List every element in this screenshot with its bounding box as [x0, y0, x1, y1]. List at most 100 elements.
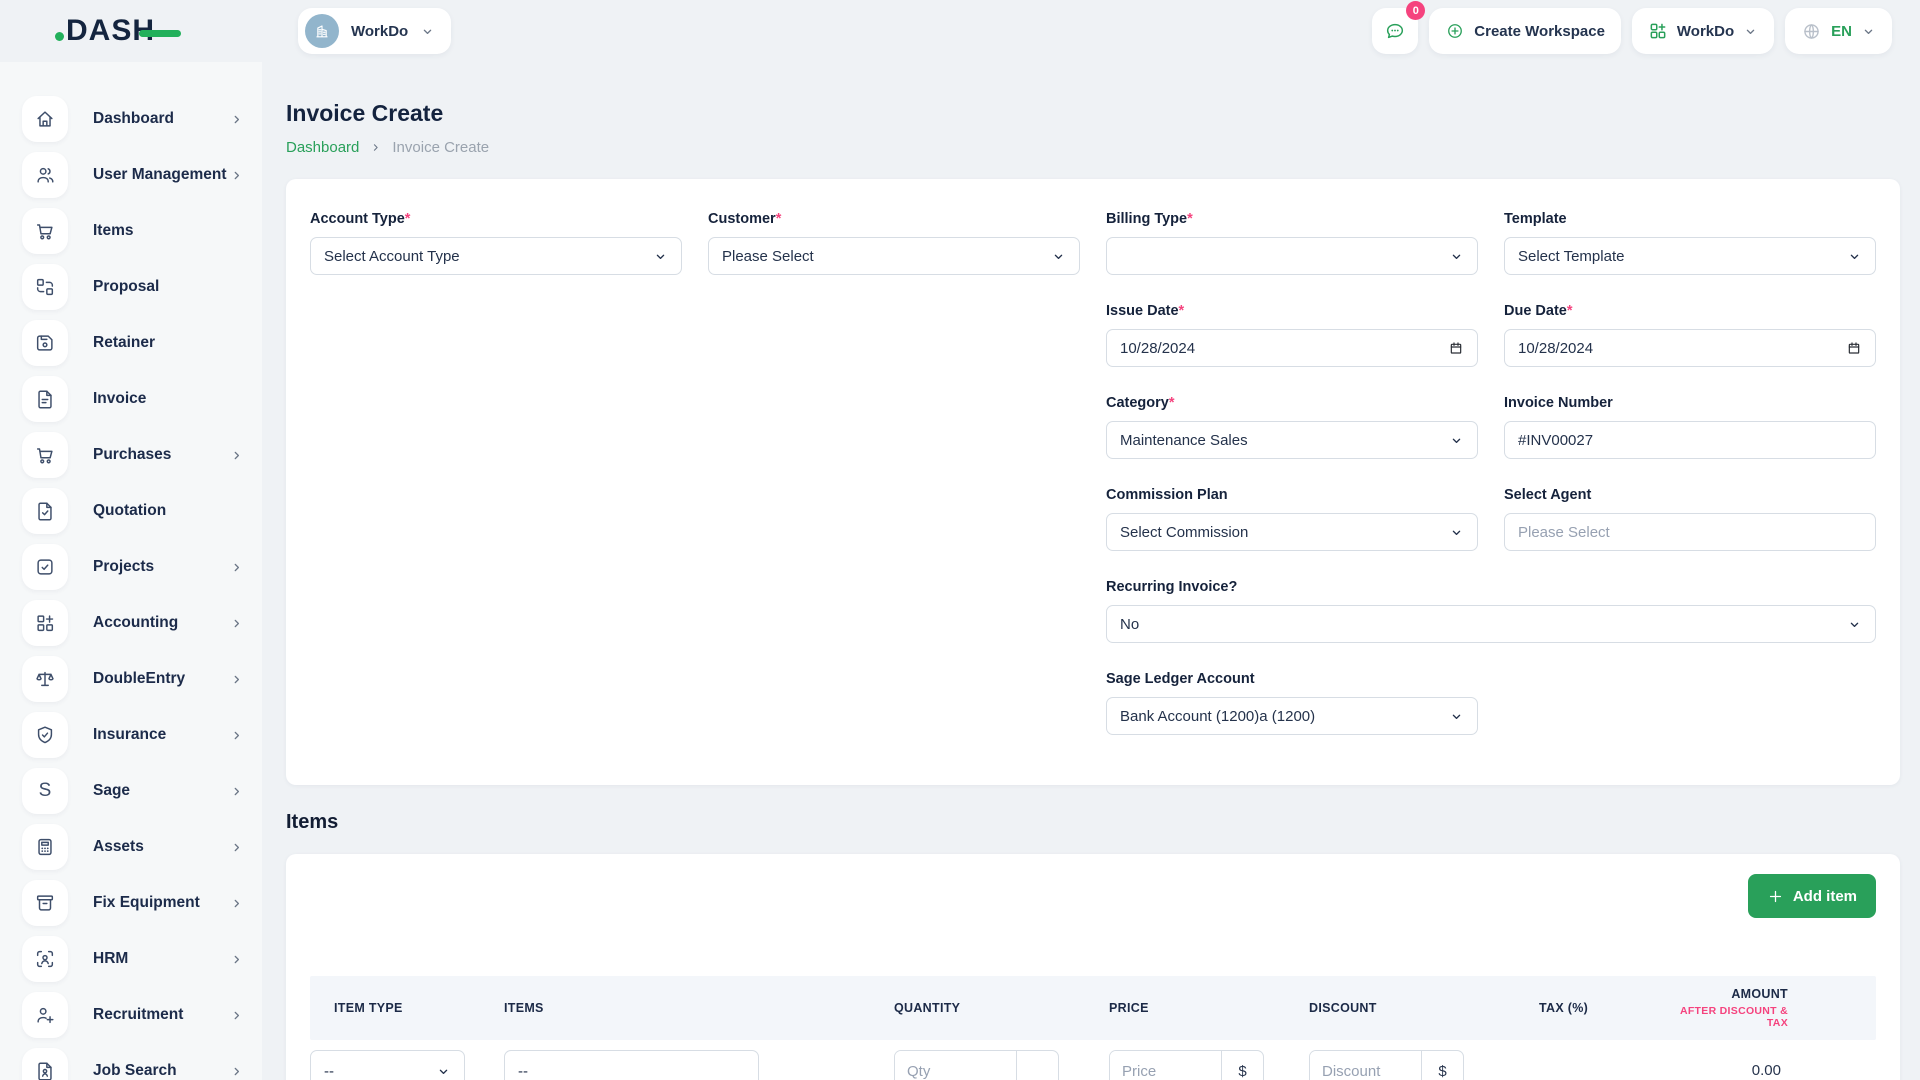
sidebar-item-quotation[interactable]: Quotation: [22, 488, 244, 534]
sidebar-item-user-management[interactable]: User Management: [22, 152, 244, 198]
plus-icon: [1767, 888, 1784, 905]
sidebar-item-job-search[interactable]: Job Search: [22, 1048, 244, 1080]
sidebar-item-label: Accounting: [93, 614, 229, 632]
billing-type-select[interactable]: [1106, 237, 1478, 275]
chevron-right-icon: [229, 784, 244, 799]
customer-label: Customer*: [708, 211, 1080, 227]
amount-subheader-label: AFTER DISCOUNT & TAX: [1665, 1005, 1788, 1029]
sidebar-item-items[interactable]: Items: [22, 208, 244, 254]
template-select[interactable]: Select Template: [1504, 237, 1876, 275]
sidebar-item-sage[interactable]: S Sage: [22, 768, 244, 814]
chevron-right-icon: [229, 672, 244, 687]
recurring-invoice-select[interactable]: No: [1106, 605, 1876, 643]
create-workspace-button[interactable]: Create Workspace: [1429, 8, 1621, 54]
checkbox-icon: [22, 544, 68, 590]
sidebar-item-retainer[interactable]: Retainer: [22, 320, 244, 366]
globe-icon: [1801, 21, 1822, 42]
sidebar-item-dashboard[interactable]: Dashboard: [22, 96, 244, 142]
account-type-field: Account Type* Select Account Type: [310, 211, 682, 277]
sidebar-item-label: DoubleEntry: [93, 670, 229, 688]
discount-currency-suffix: $: [1421, 1051, 1463, 1080]
discount-input[interactable]: [1310, 1051, 1421, 1080]
account-type-select[interactable]: Select Account Type: [310, 237, 682, 275]
price-currency-suffix: $: [1221, 1051, 1263, 1080]
sidebar-item-assets[interactable]: Assets: [22, 824, 244, 870]
quantity-stepper[interactable]: [1016, 1051, 1058, 1080]
due-date-field: Due Date* 10/28/2024: [1504, 303, 1876, 369]
sidebar-item-label: HRM: [93, 950, 229, 968]
sidebar: Dashboard User Management Items Proposal…: [0, 62, 262, 1080]
breadcrumb-separator-icon: [369, 141, 382, 154]
commission-plan-select[interactable]: Select Commission: [1106, 513, 1478, 551]
sidebar-item-label: Fix Equipment: [93, 894, 229, 912]
building-icon: [312, 21, 332, 41]
sidebar-item-label: Sage: [93, 782, 229, 800]
chevron-down-icon: [653, 249, 668, 264]
app-menu-button[interactable]: WorkDo: [1632, 8, 1774, 54]
invoice-number-input[interactable]: [1504, 421, 1876, 459]
chevron-down-icon: [1847, 249, 1862, 264]
app-logo[interactable]: DASH: [55, 14, 220, 48]
language-selector[interactable]: EN: [1785, 8, 1892, 54]
category-field: Category* Maintenance Sales: [1106, 395, 1478, 461]
messages-button[interactable]: 0: [1372, 8, 1418, 54]
sidebar-item-fix-equipment[interactable]: Fix Equipment: [22, 880, 244, 926]
chevron-right-icon: [229, 616, 244, 631]
recurring-invoice-field: Recurring Invoice? No: [1106, 579, 1876, 645]
category-select[interactable]: Maintenance Sales: [1106, 421, 1478, 459]
chevron-down-icon: [1051, 249, 1066, 264]
page-title: Invoice Create: [286, 100, 1900, 127]
customer-select[interactable]: Please Select: [708, 237, 1080, 275]
shield-check-icon: [22, 712, 68, 758]
sidebar-item-label: Job Search: [93, 1062, 229, 1080]
issue-date-input[interactable]: 10/28/2024: [1106, 329, 1478, 367]
item-type-select[interactable]: --: [310, 1050, 465, 1080]
grid-plus-icon: [22, 600, 68, 646]
sidebar-item-proposal[interactable]: Proposal: [22, 264, 244, 310]
file-check-icon: [22, 488, 68, 534]
sidebar-item-accounting[interactable]: Accounting: [22, 600, 244, 646]
invoice-form-card: Account Type* Select Account Type Custom…: [286, 179, 1900, 785]
breadcrumb-dashboard-link[interactable]: Dashboard: [286, 139, 359, 156]
quantity-input[interactable]: [895, 1051, 1016, 1080]
transform-icon: [22, 264, 68, 310]
sidebar-item-doubleentry[interactable]: DoubleEntry: [22, 656, 244, 702]
cart-icon: [22, 208, 68, 254]
chevron-down-icon: [1449, 433, 1464, 448]
sidebar-item-projects[interactable]: Projects: [22, 544, 244, 590]
archive-icon: [22, 880, 68, 926]
logo-dash-bar: [139, 30, 181, 37]
chevron-right-icon: [229, 448, 244, 463]
floppy-icon: [22, 320, 68, 366]
sage-ledger-account-select[interactable]: Bank Account (1200)a (1200): [1106, 697, 1478, 735]
col-discount: DISCOUNT: [1285, 1001, 1515, 1015]
sidebar-item-purchases[interactable]: Purchases: [22, 432, 244, 478]
select-agent-label: Select Agent: [1504, 487, 1876, 503]
calendar-icon: [1448, 340, 1464, 356]
issue-date-label: Issue Date*: [1106, 303, 1478, 319]
chat-icon: [1384, 20, 1406, 42]
chevron-right-icon: [229, 952, 244, 967]
billing-type-field: Billing Type*: [1106, 211, 1478, 277]
sidebar-item-hrm[interactable]: HRM: [22, 936, 244, 982]
price-input[interactable]: [1110, 1051, 1221, 1080]
add-item-button[interactable]: Add item: [1748, 874, 1876, 918]
select-agent-input[interactable]: [1504, 513, 1876, 551]
invoice-number-label: Invoice Number: [1504, 395, 1876, 411]
file-user-icon: [22, 1048, 68, 1080]
due-date-input[interactable]: 10/28/2024: [1504, 329, 1876, 367]
sidebar-item-label: Assets: [93, 838, 229, 856]
user-scan-icon: [22, 936, 68, 982]
item-name-input[interactable]: [504, 1050, 759, 1080]
items-card: Add item ITEM TYPE ITEMS QUANTITY PRICE …: [286, 854, 1900, 1080]
main-content: Invoice Create Dashboard Invoice Create …: [262, 62, 1920, 1080]
chevron-down-icon: [1449, 525, 1464, 540]
chevron-down-icon: [1847, 617, 1862, 632]
workspace-selector[interactable]: WorkDo: [298, 8, 451, 54]
sidebar-item-insurance[interactable]: Insurance: [22, 712, 244, 758]
sage-ledger-account-label: Sage Ledger Account: [1106, 671, 1478, 687]
add-item-label: Add item: [1793, 888, 1857, 905]
sidebar-item-recruitment[interactable]: Recruitment: [22, 992, 244, 1038]
item-type-cell: --: [310, 1050, 480, 1080]
sidebar-item-invoice[interactable]: Invoice: [22, 376, 244, 422]
